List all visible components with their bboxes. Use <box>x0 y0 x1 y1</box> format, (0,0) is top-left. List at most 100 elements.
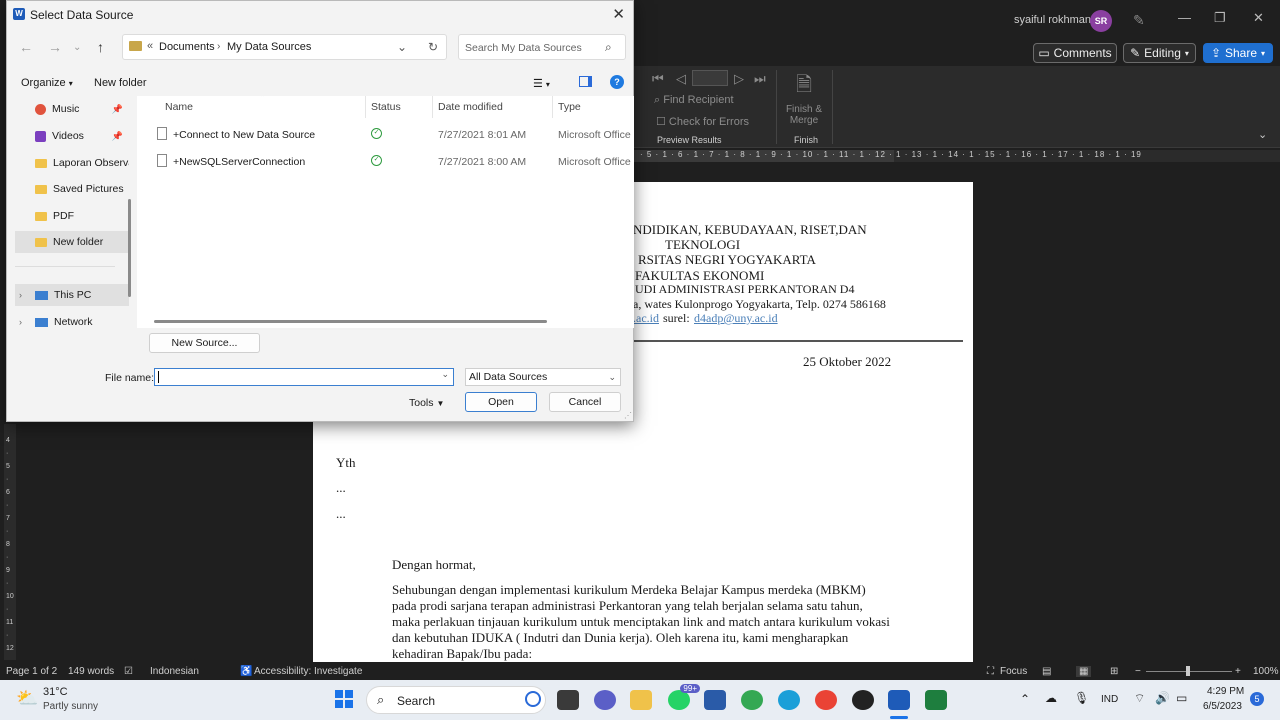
new-folder-button[interactable]: New folder <box>94 77 147 89</box>
chevron-down-icon[interactable]: ⌄ <box>441 369 449 380</box>
nav-item-new-folder[interactable]: New folder <box>15 231 129 253</box>
zoom-level[interactable]: 100% <box>1253 666 1279 677</box>
teams-chat-icon[interactable] <box>594 690 616 710</box>
avatar[interactable]: SR <box>1090 10 1112 32</box>
address-bar[interactable]: « Documents › My Data Sources ⌄ ↻ <box>122 34 447 60</box>
page-count[interactable]: Page 1 of 2 <box>6 666 57 677</box>
onedrive-icon[interactable]: ☁ <box>1045 691 1057 705</box>
file-row[interactable]: +NewSQLServerConnection ✓ 7/27/2021 8:00… <box>137 150 634 174</box>
accessibility-status[interactable]: Accessibility: Investigate <box>254 666 362 677</box>
preview-pane-icon[interactable] <box>579 76 592 87</box>
nav-item-music[interactable]: Music 📌 <box>15 98 129 120</box>
zoom-in-icon[interactable]: + <box>1235 666 1241 677</box>
column-header-name[interactable]: Name <box>165 101 193 113</box>
web-layout-icon[interactable]: ⊞ <box>1110 666 1118 677</box>
column-divider[interactable] <box>552 96 553 118</box>
temperature[interactable]: 31°C <box>43 686 68 698</box>
nav-item-videos[interactable]: Videos 📌 <box>15 125 129 147</box>
tools-button[interactable]: Tools ▼ <box>409 397 444 409</box>
ribbon-collapse-icon[interactable]: ⌄ <box>1258 128 1267 141</box>
file-row[interactable]: +Connect to New Data Source ✓ 7/27/2021 … <box>137 123 634 147</box>
pen-icon[interactable]: ✎ <box>1133 12 1145 29</box>
horizontal-ruler[interactable]: · 5 · 1 · 6 · 1 · 7 · 1 · 8 · 1 · 9 · 1 … <box>634 150 1280 162</box>
cancel-button[interactable]: Cancel <box>549 392 621 412</box>
first-record-icon[interactable]: ⏮ <box>652 71 664 87</box>
proofing-icon[interactable]: ☑ <box>124 666 133 677</box>
battery-icon[interactable]: ▭ <box>1176 691 1187 705</box>
excel-icon[interactable] <box>925 690 947 710</box>
maximize-icon[interactable]: ❐ <box>1214 10 1226 26</box>
close-icon[interactable]: ✕ <box>1253 10 1264 26</box>
wifi-icon[interactable]: ⌔ <box>1134 691 1145 706</box>
word-count[interactable]: 149 words <box>68 666 114 677</box>
chevron-up-icon[interactable]: ⌃ <box>1020 692 1030 706</box>
breadcrumb-documents[interactable]: Documents <box>159 41 215 53</box>
up-arrow-icon[interactable]: ↑ <box>97 39 104 55</box>
new-source-button[interactable]: New Source... <box>149 333 260 353</box>
store-icon[interactable] <box>704 690 726 710</box>
vertical-ruler[interactable]: 4 · 5 · 6 · 7 · 8 · 9 · 10 · 11 · 12 <box>4 424 16 660</box>
find-recipient-button[interactable]: ⌕ Find Recipient <box>654 94 734 107</box>
column-header-date[interactable]: Date modified <box>438 101 503 113</box>
view-options-button[interactable]: ☰ ▾ <box>533 77 550 90</box>
language-indicator[interactable]: IND <box>1101 694 1118 705</box>
organize-button[interactable]: Organize ▾ <box>21 77 73 89</box>
zoom-slider-thumb[interactable] <box>1186 666 1190 676</box>
file-explorer-icon[interactable] <box>630 690 652 710</box>
nav-item-network[interactable]: › Network <box>15 311 129 328</box>
weather-text[interactable]: Partly sunny <box>43 701 98 712</box>
open-button[interactable]: Open <box>465 392 537 412</box>
record-number-input[interactable] <box>692 70 728 86</box>
breadcrumb-overflow-icon[interactable]: « <box>147 40 153 52</box>
chrome-profile-icon[interactable] <box>815 690 837 710</box>
print-layout-icon[interactable]: ▦ <box>1076 666 1092 677</box>
nav-item-this-pc[interactable]: › This PC <box>15 284 129 306</box>
start-icon[interactable] <box>335 690 353 708</box>
obs-icon[interactable] <box>852 690 874 710</box>
file-list-scrollbar[interactable] <box>154 320 547 323</box>
back-arrow-icon[interactable]: ← <box>19 39 33 55</box>
search-input[interactable]: Search My Data Sources ⌕ <box>458 34 626 60</box>
column-header-type[interactable]: Type <box>558 101 581 113</box>
nav-item-pdf[interactable]: PDF <box>15 205 129 227</box>
next-record-icon[interactable]: ▷ <box>734 71 744 87</box>
finish-merge-button[interactable]: 🗎 Finish & Merge <box>784 70 824 126</box>
previous-record-icon[interactable]: ◁ <box>676 71 686 87</box>
help-icon[interactable]: ? <box>610 75 624 89</box>
recent-locations-icon[interactable]: ⌄ <box>73 42 81 53</box>
nav-pane-scrollbar[interactable] <box>128 199 131 297</box>
email-link-2[interactable]: d4adp@uny.ac.id <box>694 311 778 326</box>
column-header-status[interactable]: Status <box>371 101 401 113</box>
close-icon[interactable]: ✕ <box>612 5 625 23</box>
breadcrumb-my-data-sources[interactable]: My Data Sources <box>227 41 311 53</box>
refresh-icon[interactable]: ↻ <box>428 40 438 54</box>
file-type-filter[interactable]: All Data Sources ⌄ <box>465 368 621 386</box>
editing-button[interactable]: ✎ Editing ▾ <box>1123 43 1196 63</box>
edge-icon[interactable] <box>778 690 800 710</box>
language-indicator[interactable]: Indonesian <box>150 666 199 677</box>
user-name[interactable]: syaiful rokhman <box>1014 14 1091 26</box>
microphone-icon[interactable]: 🎙 <box>1074 691 1089 705</box>
email-link-1[interactable]: .ac.id <box>633 311 659 326</box>
column-divider[interactable] <box>432 96 433 118</box>
chevron-right-icon[interactable]: › <box>19 290 22 300</box>
whatsapp-icon[interactable]: 99+ <box>668 684 700 710</box>
chrome-icon[interactable] <box>741 690 763 710</box>
clock-time[interactable]: 4:29 PM <box>1207 686 1244 697</box>
focus-button[interactable]: Focus <box>1000 666 1027 677</box>
file-name-input[interactable]: ⌄ <box>154 368 454 386</box>
word-icon[interactable] <box>888 690 910 710</box>
chevron-right-icon[interactable]: › <box>19 317 22 327</box>
share-button[interactable]: ⇪ Share ▾ <box>1203 43 1273 63</box>
taskbar-search[interactable]: ⌕ Search <box>366 686 546 714</box>
resize-grip-icon[interactable]: ⋰ <box>624 411 632 420</box>
comments-button[interactable]: ▭ Comments <box>1033 43 1117 63</box>
column-divider[interactable] <box>365 96 366 118</box>
minimize-icon[interactable]: — <box>1178 10 1191 25</box>
weather-icon[interactable]: ⛅ <box>16 688 38 709</box>
chevron-down-icon[interactable]: ⌄ <box>397 40 407 54</box>
nav-item-saved-pictures[interactable]: Saved Pictures <box>15 178 129 200</box>
zoom-out-icon[interactable]: − <box>1135 666 1141 677</box>
last-record-icon[interactable]: ⏭ <box>754 71 766 87</box>
read-mode-icon[interactable]: ▤ <box>1042 666 1051 677</box>
